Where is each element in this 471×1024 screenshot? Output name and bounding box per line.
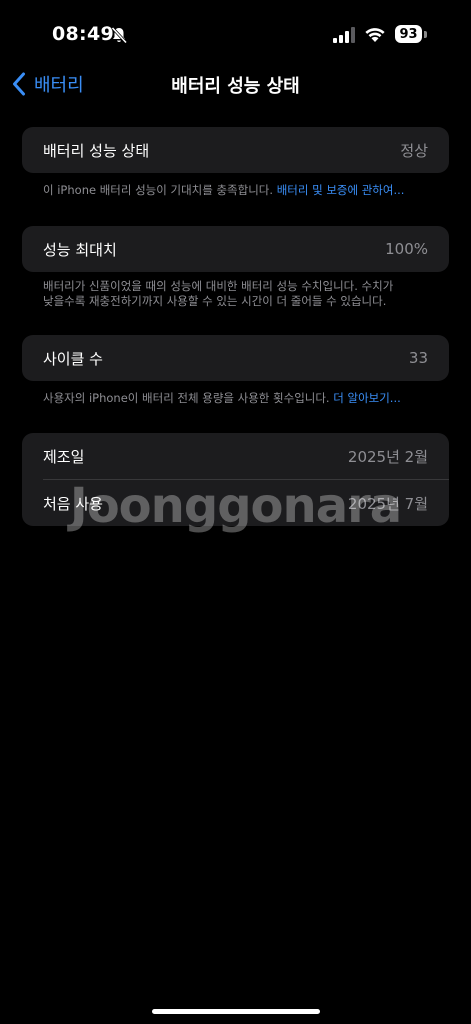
battery-health-label: 배터리 성능 상태	[43, 141, 150, 160]
first-use-label: 처음 사용	[43, 494, 103, 513]
battery-health-description: 이 iPhone 배터리 성능이 기대치를 충족합니다.	[43, 183, 274, 197]
cycle-count-label: 사이클 수	[43, 349, 103, 368]
cycle-count-card: 사이클 수 33	[22, 335, 449, 381]
cycle-count-value: 33	[408, 349, 428, 367]
cellular-signal-icon	[333, 27, 355, 43]
dates-card: 제조일 2025년 2월 처음 사용 2025년 7월	[22, 433, 449, 526]
max-capacity-description-line1: 배터리가 신품이었을 때의 성능에 대비한 배터리 성능 수치입니다. 수치가	[43, 279, 394, 293]
battery-cap	[424, 31, 427, 38]
learn-more-link[interactable]: 더 알아보기...	[333, 391, 401, 405]
page-title: 배터리 성능 상태	[171, 76, 300, 97]
navigation-bar: 배터리 배터리 성능 상태	[0, 64, 471, 104]
cycle-count-description: 사용자의 iPhone이 배터리 전체 용량을 사용한 횟수입니다.	[43, 391, 330, 405]
max-capacity-description-line2: 낮을수록 재충전하기까지 사용할 수 있는 시간이 더 줄어들 수 있습니다.	[43, 294, 387, 308]
battery-health-row: 배터리 성능 상태 정상	[22, 127, 449, 173]
max-capacity-row: 성능 최대치 100%	[22, 226, 449, 272]
battery-level: 93	[395, 25, 422, 43]
cycle-count-footnote: 사용자의 iPhone이 배터리 전체 용량을 사용한 횟수입니다. 더 알아보…	[43, 391, 433, 406]
max-capacity-label: 성능 최대치	[43, 240, 117, 259]
battery-warranty-link[interactable]: 배터리 및 보증에 관하여...	[277, 183, 405, 197]
battery-health-value: 정상	[400, 141, 428, 160]
manufacture-date-label: 제조일	[43, 448, 85, 466]
battery-health-footnote: 이 iPhone 배터리 성능이 기대치를 충족합니다. 배터리 및 보증에 관…	[43, 183, 433, 198]
status-bar: 08:49 93	[0, 0, 471, 70]
max-capacity-card: 성능 최대치 100%	[22, 226, 449, 272]
max-capacity-footnote: 배터리가 신품이었을 때의 성능에 대비한 배터리 성능 수치입니다. 수치가 …	[43, 279, 433, 309]
max-capacity-value: 100%	[385, 240, 428, 258]
battery-health-card: 배터리 성능 상태 정상	[22, 127, 449, 173]
cycle-count-row: 사이클 수 33	[22, 335, 449, 381]
wifi-icon	[365, 28, 385, 42]
first-use-value: 2025년 7월	[347, 494, 428, 513]
bell-slash-icon	[111, 26, 128, 44]
manufacture-date-value: 2025년 2월	[347, 448, 428, 466]
status-time: 08:49	[52, 23, 114, 45]
battery-icon: 93	[395, 25, 428, 44]
manufacture-date-row: 제조일 2025년 2월	[22, 433, 449, 480]
first-use-row: 처음 사용 2025년 7월	[22, 480, 449, 526]
home-indicator[interactable]	[152, 1009, 320, 1014]
